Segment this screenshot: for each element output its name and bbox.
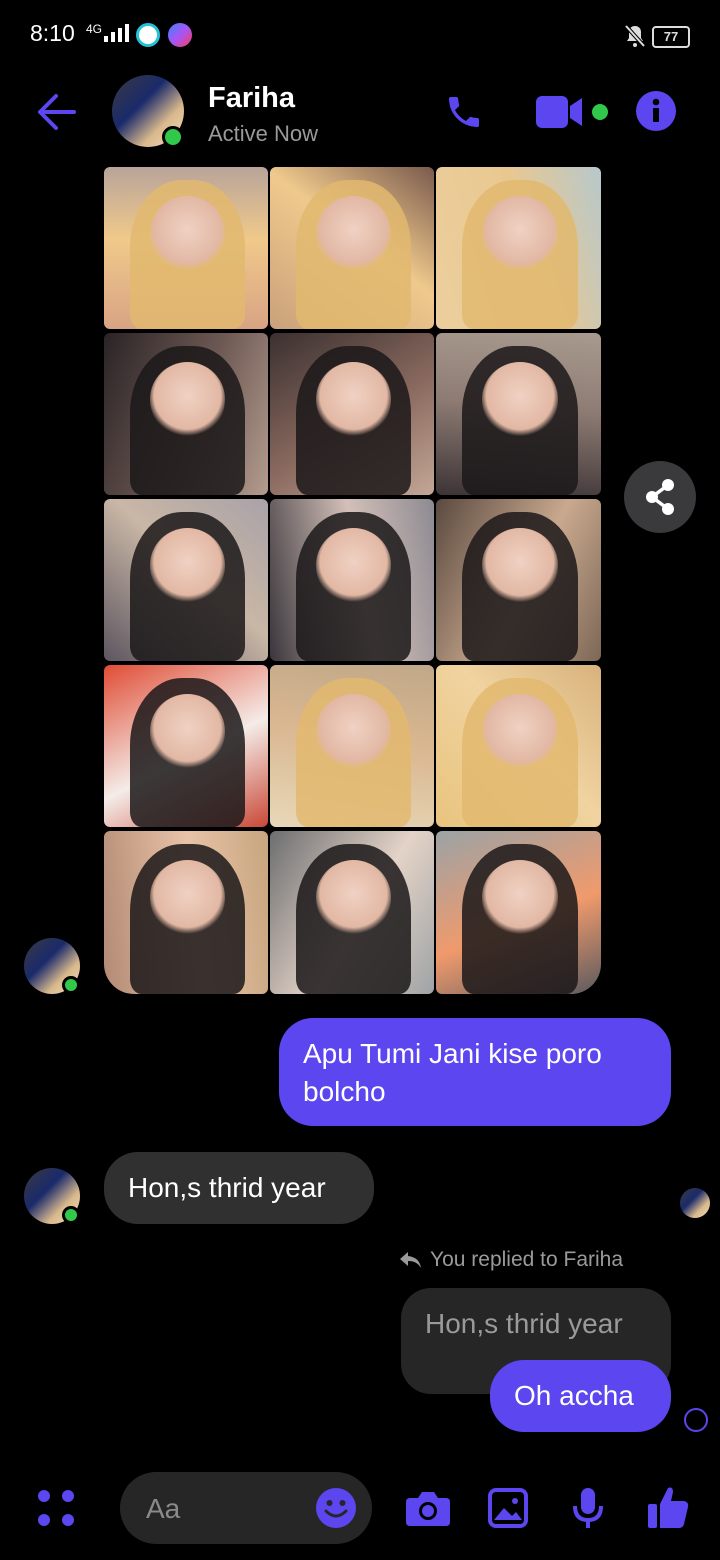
seen-indicator-avatar [680,1188,710,1218]
battery-indicator: 77 [652,26,690,48]
info-icon[interactable] [636,91,676,131]
sent-message[interactable]: Oh accha [490,1360,671,1432]
photo-face-shape [315,362,392,437]
network-type: 4G [86,22,103,36]
sending-status-icon [684,1408,708,1432]
photo-thumbnail[interactable] [270,499,434,661]
photo-thumbnail[interactable] [104,167,268,329]
sent-message[interactable]: Apu Tumi Jani kise poro bolcho [279,1018,671,1126]
online-indicator [162,126,184,148]
message-composer[interactable] [120,1472,372,1546]
photo-thumbnail[interactable] [104,831,268,994]
camera-icon[interactable] [406,1488,450,1528]
back-arrow-icon[interactable] [36,92,76,132]
photo-face-shape [482,196,559,271]
photo-face-shape [482,528,559,603]
photo-thumbnail[interactable] [436,333,601,495]
photo-face-shape [149,362,226,437]
photo-thumbnail[interactable] [436,167,601,329]
share-icon [646,479,674,515]
photo-face-shape [315,528,392,603]
photo-thumbnail[interactable] [270,167,434,329]
imo-app-icon [136,23,160,47]
photo-thumbnail[interactable] [436,665,601,827]
reply-icon [400,1252,421,1268]
photo-thumbnail[interactable] [104,333,268,495]
messenger-app-icon [168,23,192,47]
contact-status: Active Now [208,121,319,146]
photo-thumbnail[interactable] [104,499,268,661]
status-time: 8:10 [30,20,75,46]
photo-grid[interactable] [104,167,601,994]
apps-icon[interactable] [36,1488,76,1528]
photo-face-shape [149,694,226,769]
photo-face-shape [149,528,226,603]
online-indicator [62,1206,80,1224]
phone-icon[interactable] [444,92,484,132]
contact-name[interactable]: Fariha [208,82,295,115]
share-button[interactable] [624,461,696,533]
emoji-icon[interactable] [316,1488,356,1528]
photo-thumbnail[interactable] [436,499,601,661]
photo-face-shape [149,860,226,936]
signal-icon [104,24,129,42]
photo-thumbnail[interactable] [436,831,601,994]
photo-face-shape [482,362,559,437]
photo-face-shape [482,694,559,769]
photo-thumbnail[interactable] [270,831,434,994]
reply-note-text: You replied to Fariha [430,1248,624,1271]
photo-face-shape [315,860,392,936]
photo-thumbnail[interactable] [270,333,434,495]
photo-face-shape [315,196,392,271]
photo-face-shape [149,196,226,271]
photo-face-shape [315,694,392,769]
video-online-dot [592,104,608,120]
reply-note: You replied to Fariha [398,1248,623,1272]
photo-thumbnail[interactable] [270,665,434,827]
mute-bell-icon [624,24,646,48]
microphone-icon[interactable] [572,1486,604,1530]
photo-face-shape [482,860,559,936]
video-camera-icon[interactable] [536,94,584,130]
received-message[interactable]: Hon,s thrid year [104,1152,374,1224]
photo-thumbnail[interactable] [104,665,268,827]
message-input[interactable] [144,1472,308,1546]
online-indicator [62,976,80,994]
thumbs-up-icon[interactable] [646,1484,690,1530]
gallery-icon[interactable] [488,1488,528,1528]
